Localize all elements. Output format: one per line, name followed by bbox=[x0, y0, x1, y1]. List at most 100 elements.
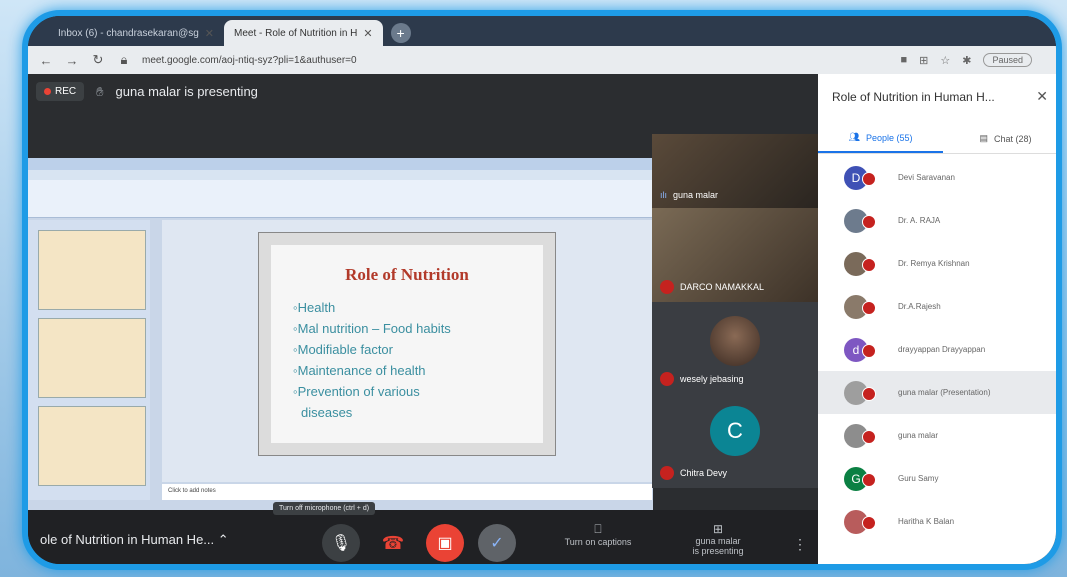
avatar: C bbox=[710, 406, 760, 456]
video-tile[interactable]: DARCO NAMAKKAL bbox=[652, 208, 818, 302]
slide-thumbnail bbox=[38, 318, 146, 398]
slide-thumbnail bbox=[38, 230, 146, 310]
meeting-title[interactable]: ole of Nutrition in Human He... ⌃ bbox=[28, 532, 258, 548]
participant-row[interactable]: D Devi Saravanan bbox=[818, 156, 1056, 199]
close-icon[interactable]: ✕ bbox=[363, 27, 372, 40]
notes-pane[interactable]: Click to add notes bbox=[162, 484, 652, 500]
participant-row[interactable]: Dr. A. RAJA bbox=[818, 199, 1056, 242]
meet-top-info: REC ✋︎ guna malar is presenting bbox=[36, 82, 258, 101]
slide-area: Role of Nutrition ◦Health ◦Mal nutrition… bbox=[162, 220, 652, 482]
lock-icon: 🔒︎ bbox=[120, 52, 128, 67]
mic-off-icon bbox=[660, 372, 674, 386]
participant-row[interactable]: guna malar (Presentation) bbox=[818, 371, 1056, 414]
extensions-icon[interactable]: ✱ bbox=[962, 54, 971, 67]
powerpoint-ribbon bbox=[28, 180, 653, 218]
speaking-icon: ılı bbox=[660, 190, 668, 200]
video-tile[interactable]: ılı guna malar bbox=[652, 134, 818, 208]
profile-paused-button[interactable]: Paused bbox=[983, 53, 1032, 67]
tab-people[interactable]: 👥︎ People (55) bbox=[818, 124, 943, 153]
tab-label: Inbox (6) - chandrasekaran@sg bbox=[58, 27, 199, 39]
people-panel: Role of Nutrition in Human H... ✕ 👥︎ Peop… bbox=[818, 74, 1056, 564]
tab-chat[interactable]: ▤ Chat (28) bbox=[943, 124, 1056, 153]
mic-off-icon bbox=[862, 301, 876, 315]
meet-stage: REC ✋︎ guna malar is presenting Role of … bbox=[28, 74, 818, 510]
avatar bbox=[710, 316, 760, 366]
mic-off-icon bbox=[862, 258, 876, 272]
slide-bullet: ◦Prevention of various bbox=[293, 384, 420, 399]
close-icon[interactable]: ✕ bbox=[1036, 88, 1048, 105]
participant-row[interactable]: Haritha K Balan bbox=[818, 500, 1056, 543]
shared-screen: Role of Nutrition ◦Health ◦Mal nutrition… bbox=[28, 158, 653, 510]
participant-name: Dr. Remya Krishnan bbox=[898, 259, 970, 268]
participant-name: drayyappan Drayyappan bbox=[898, 345, 986, 354]
people-icon: 👥︎ bbox=[848, 132, 860, 142]
chat-icon: ▤ bbox=[979, 133, 988, 143]
browser-tab-inbox[interactable]: Inbox (6) - chandrasekaran@sg ✕ bbox=[48, 20, 224, 46]
star-icon[interactable]: ☆ bbox=[940, 54, 950, 67]
camera-off-icon: ▣ bbox=[437, 535, 453, 552]
rec-label: REC bbox=[55, 86, 77, 97]
slide: Role of Nutrition ◦Health ◦Mal nutrition… bbox=[258, 232, 556, 456]
participant-row[interactable]: d drayyappan Drayyappan bbox=[818, 328, 1056, 371]
participant-name: Devi Saravanan bbox=[898, 173, 955, 182]
slide-thumbnail bbox=[38, 406, 146, 486]
microphone-icon: 🎙︎ bbox=[330, 535, 352, 552]
tile-name: DARCO NAMAKKAL bbox=[660, 280, 764, 294]
reload-icon[interactable]: ↻ bbox=[90, 52, 106, 68]
presenting-hand-icon: ✋︎ bbox=[96, 83, 104, 99]
slide-bullet: ◦Health bbox=[293, 300, 336, 315]
status-button[interactable]: ✓ bbox=[478, 524, 516, 562]
photo-frame: Inbox (6) - chandrasekaran@sg ✕ Meet - R… bbox=[0, 0, 1067, 577]
present-button[interactable]: ⊞ guna malar is presenting bbox=[668, 522, 768, 556]
video-tile[interactable]: wesely jebasing bbox=[652, 302, 818, 394]
forward-icon[interactable]: → bbox=[64, 53, 80, 68]
camera-icon[interactable]: ■ bbox=[901, 54, 908, 66]
slide-content: Role of Nutrition ◦Health ◦Mal nutrition… bbox=[271, 245, 543, 443]
chevron-up-icon[interactable]: ⌃ bbox=[218, 532, 229, 547]
record-dot-icon bbox=[44, 88, 51, 95]
slide-bullet: diseases bbox=[301, 405, 353, 420]
translate-icon[interactable]: ⊞ bbox=[919, 54, 928, 67]
address-bar: ← → ↻ 🔒︎ meet.google.com/aoj-ntiq-syz?pl… bbox=[28, 46, 1056, 74]
participant-name: guna malar (Presentation) bbox=[898, 388, 991, 397]
present-icon: ⊞ bbox=[712, 522, 724, 536]
new-tab-icon[interactable]: + bbox=[390, 23, 411, 43]
participant-name: Dr. A. RAJA bbox=[898, 216, 941, 225]
powerpoint-ribbon-tabs bbox=[28, 170, 653, 180]
mic-off-icon bbox=[862, 172, 876, 186]
mic-off-icon bbox=[660, 466, 674, 480]
captions-button[interactable]: ⎕ Turn on captions bbox=[548, 522, 648, 547]
tooltip: Turn off microphone (ctrl + d) bbox=[273, 502, 376, 515]
participant-name: guna malar bbox=[898, 431, 939, 440]
participant-row[interactable]: Dr.A.Rajesh bbox=[818, 285, 1056, 328]
leave-call-button[interactable]: ☎︎ bbox=[374, 524, 412, 562]
close-icon[interactable]: ✕ bbox=[205, 27, 214, 40]
slide-thumbnails bbox=[28, 220, 150, 500]
participant-row[interactable]: guna malar bbox=[818, 414, 1056, 457]
address-bar-actions: ■ ⊞ ☆ ✱ Paused bbox=[901, 53, 1047, 67]
mic-off-icon bbox=[862, 473, 876, 487]
screen-photo: Inbox (6) - chandrasekaran@sg ✕ Meet - R… bbox=[22, 10, 1062, 570]
browser-tab-meet[interactable]: Meet - Role of Nutrition in H ✕ bbox=[224, 20, 383, 46]
participant-name: Haritha K Balan bbox=[898, 517, 955, 526]
presenting-text: guna malar is presenting bbox=[115, 84, 258, 99]
captions-icon: ⎕ bbox=[594, 522, 602, 536]
url-field[interactable]: meet.google.com/aoj-ntiq-syz?pli=1&authu… bbox=[142, 55, 357, 66]
check-icon: ✓ bbox=[490, 535, 504, 552]
mic-off-icon bbox=[660, 280, 674, 294]
back-icon[interactable]: ← bbox=[38, 53, 54, 68]
people-list: D Devi Saravanan Dr. A. RAJA Dr. Remya Kris… bbox=[818, 156, 1056, 543]
slide-bullet: ◦Modifiable factor bbox=[293, 342, 393, 357]
microphone-button[interactable]: 🎙︎ bbox=[322, 524, 360, 562]
participant-row[interactable]: Dr. Remya Krishnan bbox=[818, 242, 1056, 285]
video-tile[interactable]: C Chitra Devy bbox=[652, 394, 818, 488]
more-options-icon[interactable]: ⋮ bbox=[793, 536, 807, 553]
recording-badge: REC bbox=[36, 82, 85, 101]
slide-bullet: ◦Maintenance of health bbox=[293, 363, 426, 378]
camera-button[interactable]: ▣ bbox=[426, 524, 464, 562]
participant-row[interactable]: G Guru Samy bbox=[818, 457, 1056, 500]
panel-title: Role of Nutrition in Human H... bbox=[832, 90, 995, 104]
powerpoint-titlebar bbox=[28, 158, 653, 170]
mic-off-icon bbox=[862, 430, 876, 444]
slide-bullet: ◦Mal nutrition – Food habits bbox=[293, 321, 451, 336]
